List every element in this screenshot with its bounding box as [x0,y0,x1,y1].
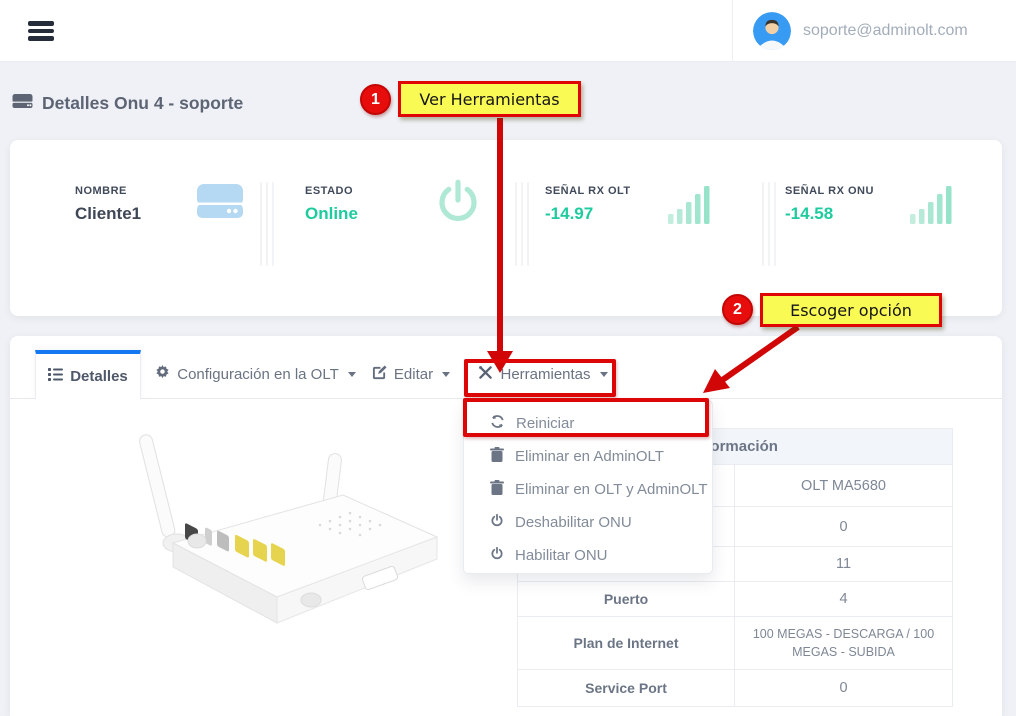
stat-label: SEÑAL RX ONU [785,185,874,197]
user-email: soporte@adminolt.com [803,22,968,40]
row-label: Service Port [518,670,735,706]
power-icon [434,177,482,232]
trash-icon [490,447,504,466]
row-label: Puerto [518,582,735,616]
signal-bars-icon [908,182,954,233]
tab-editar[interactable]: Editar [365,350,457,399]
row-value: 11 [735,547,952,581]
highlight-box-herramientas [464,359,616,397]
highlight-box-reiniciar [463,398,709,437]
chevron-down-icon [348,372,356,377]
step-1-callout: Ver Herramientas [398,81,581,117]
tab-configuracion-olt[interactable]: Configuración en la OLT [153,350,358,399]
stat-label: NOMBRE [75,185,141,197]
stat-estado: ESTADO Online [305,185,358,224]
page-title: Detalles Onu 4 - soporte [42,93,243,114]
row-value: 100 MEGAS - DESCARGA / 100 MEGAS - SUBID… [735,617,952,669]
menu-item-eliminar-olt-adminolt[interactable]: Eliminar en OLT y AdminOLT [464,473,712,506]
trash-icon [490,480,504,499]
chevron-down-icon [442,372,450,377]
row-value: OLT MA5680 [735,465,952,506]
user-menu[interactable]: soporte@adminolt.com [732,0,1002,62]
app-window: soporte@adminolt.com Detalles Onu 4 - so… [0,0,1016,716]
stat-value: Online [305,204,358,224]
tab-label: Detalles [70,368,128,385]
list-icon [48,368,63,385]
divider [260,182,274,266]
row-value: 0 [735,670,952,706]
stat-label: SEÑAL RX OLT [545,185,631,197]
power-icon [490,513,504,532]
gear-icon [155,365,170,384]
row-label: Plan de Internet [518,617,735,669]
top-header: soporte@adminolt.com [0,0,1016,62]
table-row: Service Port 0 [518,669,952,706]
stat-value: Cliente1 [75,204,141,224]
hamburger-menu-icon[interactable] [28,21,54,41]
user-avatar [753,12,791,50]
hdd-icon [12,92,33,114]
menu-item-label: Deshabilitar ONU [515,514,632,531]
onu-status-card: NOMBRE Cliente1 ESTADO Online SEÑAL RX O [10,140,1002,316]
table-row: Plan de Internet 100 MEGAS - DESCARGA / … [518,616,952,669]
breadcrumb-title: Detalles Onu 4 - soporte [12,92,243,114]
menu-item-deshabilitar-onu[interactable]: Deshabilitar ONU [464,506,712,539]
tab-label: Configuración en la OLT [177,366,338,383]
tab-detalles[interactable]: Detalles [35,350,141,399]
stat-value: -14.58 [785,204,874,224]
tab-label: Editar [394,366,433,383]
router-device-icon [195,180,245,227]
row-value: 0 [735,507,952,546]
stat-value: -14.97 [545,204,631,224]
row-value: 4 [735,582,952,616]
menu-item-eliminar-adminolt[interactable]: Eliminar en AdminOLT [464,440,712,473]
divider [762,182,776,266]
menu-item-label: Eliminar en OLT y AdminOLT [515,481,708,498]
step-2-badge: 2 [722,294,753,325]
menu-item-label: Eliminar en AdminOLT [515,448,664,465]
edit-icon [372,365,387,384]
stat-label: ESTADO [305,185,358,197]
divider [515,182,529,266]
signal-bars-icon [666,182,712,233]
menu-item-habilitar-onu[interactable]: Habilitar ONU [464,539,712,572]
step-2-callout: Escoger opción [760,293,942,327]
table-row: Puerto 4 [518,581,952,616]
step-1-badge: 1 [360,84,391,115]
onu-device-image [115,425,445,650]
stat-senal-rx-olt: SEÑAL RX OLT -14.97 [545,185,631,224]
power-icon [490,546,504,565]
stat-nombre: NOMBRE Cliente1 [75,185,141,224]
menu-item-label: Habilitar ONU [515,547,608,564]
stat-senal-rx-onu: SEÑAL RX ONU -14.58 [785,185,874,224]
